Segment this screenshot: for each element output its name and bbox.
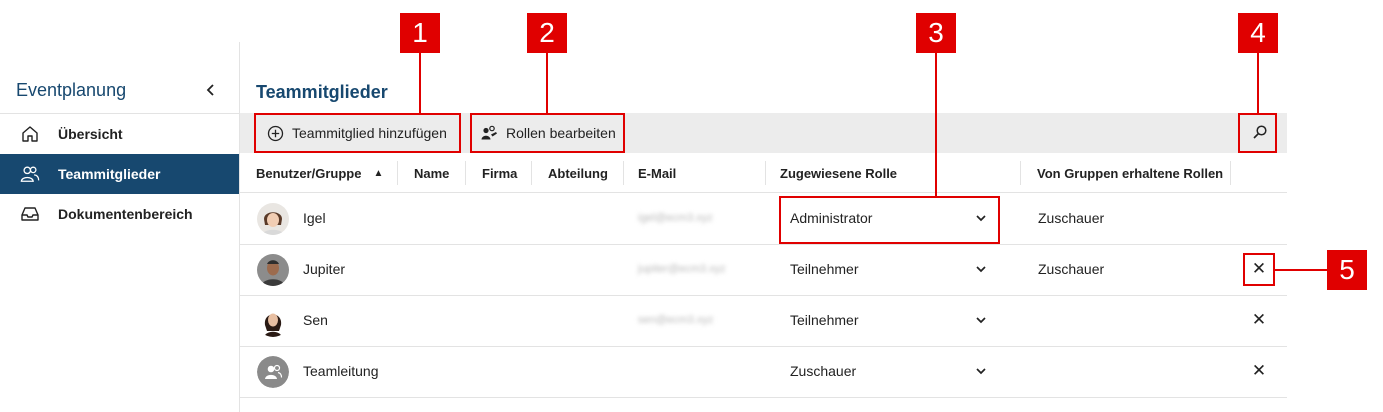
callout-highlight [1243,253,1275,286]
chevron-down-icon[interactable] [974,313,988,327]
sidebar-item-label: Teammitglieder [58,166,161,182]
column-separator [397,161,398,185]
page-title: Teammitglieder [256,82,388,102]
column-label: Von Gruppen erhaltene Rollen [1037,165,1224,181]
column-label: E-Mail [638,165,677,181]
avatar [257,305,289,337]
column-separator [465,161,466,185]
column-separator [531,161,532,185]
user-name: Sen [303,312,328,328]
callout-4: 4 [1238,13,1278,53]
table-row[interactable]: Sen sen@ecm3.xyz Teilnehmer ✕ [240,296,1287,347]
sidebar: Eventplanung Übersicht Teammitglieder Do… [0,42,240,412]
user-email: igel@ecm3.xyz [638,212,713,224]
callout-line [419,53,421,114]
role-select-value[interactable]: Teilnehmer [790,312,858,328]
remove-member-button[interactable]: ✕ [1251,311,1267,329]
column-header-user[interactable]: Benutzer/Gruppe ▲ [256,153,383,193]
callout-line [935,53,937,197]
column-separator [765,161,766,185]
users-icon [20,164,40,184]
callout-highlight [1238,113,1277,153]
column-label: Name [414,165,450,181]
sidebar-item-teammitglieder[interactable]: Teammitglieder [0,154,239,194]
sidebar-header: Eventplanung [0,80,239,112]
column-header-firma[interactable]: Firma [482,153,517,193]
column-label: Zugewiesene Rolle [780,165,898,181]
user-email: jupiter@ecm3.xyz [638,263,726,275]
sidebar-item-label: Übersicht [58,126,123,142]
sort-ascending-icon: ▲ [373,167,384,179]
role-select-value[interactable]: Zuschauer [790,363,856,379]
column-separator [1020,161,1021,185]
group-role: Zuschauer [1038,210,1105,226]
callout-highlight [254,113,461,153]
sidebar-item-uebersicht[interactable]: Übersicht [0,114,239,154]
callout-1: 1 [400,13,440,53]
column-header-email[interactable]: E-Mail [638,153,676,193]
user-name: Igel [303,210,326,226]
callout-line [1275,269,1327,271]
column-header-abteilung[interactable]: Abteilung [548,153,608,193]
user-name: Jupiter [303,261,346,277]
callout-line [1257,53,1259,114]
chevron-left-icon[interactable] [202,81,220,99]
column-label: Benutzer/Gruppe [256,165,362,181]
callout-highlight [779,196,1000,244]
column-header-group-roles[interactable]: Von Gruppen erhaltene Rollen [1037,153,1223,193]
sidebar-item-label: Dokumentenbereich [58,206,193,222]
avatar [257,203,289,235]
column-label: Abteilung [548,165,608,181]
column-label: Firma [482,165,518,181]
avatar [257,254,289,286]
column-separator [623,161,624,185]
column-separator [1230,161,1231,185]
callout-line [546,53,548,114]
table-row[interactable]: Igel igel@ecm3.xyz Administrator Zuschau… [240,194,1287,245]
callout-5: 5 [1327,250,1367,290]
chevron-down-icon[interactable] [974,364,988,378]
inbox-icon [20,204,40,224]
user-email: sen@ecm3.xyz [638,314,714,326]
remove-member-button[interactable]: ✕ [1251,362,1267,380]
column-header-assigned-role[interactable]: Zugewiesene Rolle [780,153,897,193]
table-row[interactable]: Jupiter jupiter@ecm3.xyz Teilnehmer Zusc… [240,245,1287,296]
callout-highlight [470,113,625,153]
group-avatar-icon [257,356,289,388]
sidebar-title: Eventplanung [16,80,127,100]
callout-3: 3 [916,13,956,53]
table-row[interactable]: Teamleitung Zuschauer ✕ [240,347,1287,398]
group-role: Zuschauer [1038,261,1105,277]
callout-2: 2 [527,13,567,53]
chevron-down-icon[interactable] [974,262,988,276]
home-icon [20,124,40,144]
user-name: Teamleitung [303,363,379,379]
role-select-value[interactable]: Teilnehmer [790,261,858,277]
column-header-name[interactable]: Name [414,153,449,193]
table-header: Benutzer/Gruppe ▲ Name Firma Abteilung E… [240,153,1287,193]
sidebar-item-dokumentenbereich[interactable]: Dokumentenbereich [0,194,239,234]
